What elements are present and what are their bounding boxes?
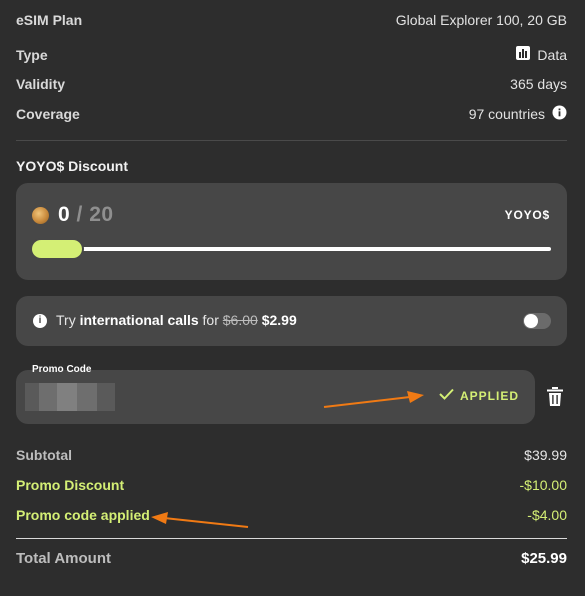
yoyo-slider-handle[interactable] [32, 240, 82, 258]
type-label: Type [16, 46, 48, 63]
total-value: $25.99 [521, 550, 567, 567]
toggle-knob [524, 314, 538, 328]
yoyo-slider-track[interactable] [32, 247, 551, 251]
intl-calls-toggle[interactable] [523, 313, 551, 329]
trash-icon[interactable] [545, 386, 565, 408]
yoyo-discount-title: YOYO$ Discount [16, 158, 129, 174]
type-row: Type Data [16, 46, 567, 63]
intl-calls-card: i Try international calls for $6.00 $2.9… [16, 296, 567, 346]
promo-applied-row-label: Promo code applied [16, 507, 150, 523]
coverage-value-group: 97 countries [469, 105, 567, 123]
validity-label: Validity [16, 76, 66, 92]
esim-plan-label: eSIM Plan [16, 12, 83, 28]
type-value: Data [537, 46, 567, 63]
total-label: Total Amount [16, 550, 111, 567]
yoyo-discount-card: 0 / 20 YOYO$ [16, 183, 567, 280]
total-divider [16, 538, 567, 539]
yoyo-separator: / [76, 203, 83, 226]
subtotal-label: Subtotal [16, 447, 72, 463]
esim-plan-row: eSIM Plan Global Explorer 100, 20 GB [16, 12, 567, 28]
promo-code-field[interactable]: APPLIED [16, 370, 535, 424]
checkmark-icon [439, 388, 454, 403]
subtotal-value: $39.99 [524, 447, 567, 463]
coin-icon [32, 207, 49, 224]
total-row: Total Amount $25.99 [16, 550, 567, 567]
esim-plan-value: Global Explorer 100, 20 GB [395, 12, 567, 28]
promo-discount-label: Promo Discount [16, 477, 125, 493]
bar-chart-icon [516, 46, 531, 63]
promo-applied-label: APPLIED [459, 388, 519, 403]
validity-row: Validity 365 days [16, 76, 567, 92]
subtotal-row: Subtotal $39.99 [16, 447, 567, 463]
yoyo-unit: YOYO$ [504, 208, 550, 222]
promo-discount-row: Promo Discount -$10.00 [16, 477, 567, 493]
promo-code-value-redacted [25, 383, 115, 411]
yoyo-max: 20 [89, 203, 114, 226]
intl-prefix: Try [56, 312, 76, 328]
promo-discount-value: -$10.00 [519, 477, 567, 493]
intl-new-price: $2.99 [261, 312, 297, 328]
promo-code-label: Promo Code [32, 364, 92, 375]
intl-old-price: $6.00 [222, 312, 258, 328]
intl-feature: international calls [79, 312, 199, 328]
yoyo-current: 0 [58, 203, 71, 226]
intl-mid: for [202, 312, 219, 328]
section-divider [16, 140, 567, 141]
yoyo-amount: 0 / 20 [58, 203, 114, 227]
promo-applied-row: Promo code applied -$4.00 [16, 507, 567, 523]
validity-value: 365 days [510, 76, 567, 92]
checkout-summary: eSIM Plan Global Explorer 100, 20 GB Typ… [0, 0, 585, 596]
coverage-label: Coverage [16, 106, 80, 122]
promo-applied-row-value: -$4.00 [527, 507, 567, 523]
info-icon[interactable] [552, 105, 567, 123]
info-icon: i [33, 314, 47, 328]
coverage-row: Coverage 97 countries [16, 105, 567, 123]
type-value-group: Data [516, 46, 567, 63]
coverage-value: 97 countries [468, 106, 545, 122]
intl-calls-text: Try international calls for $6.00 $2.99 [56, 312, 297, 328]
promo-applied-status: APPLIED [439, 388, 519, 403]
